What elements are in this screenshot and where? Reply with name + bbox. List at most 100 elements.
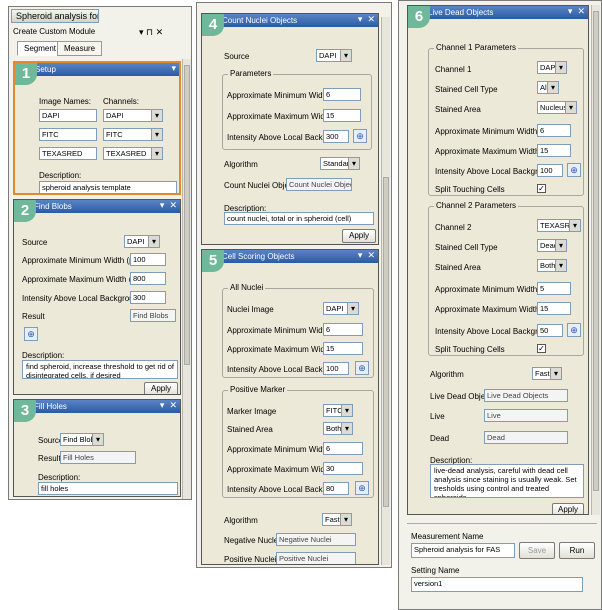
channel2-select[interactable]: TEXASRED — [537, 219, 581, 232]
intensity-field[interactable]: 100 — [537, 164, 563, 177]
result-field: Fill Holes — [60, 451, 136, 464]
intensity-field[interactable]: 80 — [323, 482, 349, 495]
collapse-icon[interactable]: ▾ — [171, 63, 176, 73]
measurement-name-field[interactable]: Spheroid analysis for FAS — [411, 543, 515, 558]
all-nuclei-label: All Nuclei — [228, 283, 266, 292]
intensity-field[interactable]: 300 — [323, 130, 349, 143]
min-width-field[interactable]: 6 — [323, 88, 361, 101]
source-select[interactable]: Find Blobs — [60, 433, 104, 446]
min-width-field[interactable]: 6 — [323, 442, 363, 455]
view-icon[interactable]: ⊕ — [567, 323, 581, 337]
measurement-area: Measurement Name Spheroid analysis for F… — [407, 523, 597, 607]
intensity-field[interactable]: 50 — [537, 324, 563, 337]
setting-name-label: Setting Name — [411, 566, 460, 575]
image-name-field[interactable]: FITC — [39, 128, 97, 141]
close-icon[interactable]: ✕ — [169, 200, 177, 210]
min-width-field[interactable]: 6 — [537, 124, 571, 137]
result-label: Result — [38, 454, 61, 463]
source-label: Source — [224, 52, 250, 61]
count-nuclei-field: Count Nuclei Objects — [286, 178, 352, 191]
marker-image-label: Marker Image — [227, 407, 277, 416]
setting-name-field[interactable]: version1 — [411, 577, 583, 592]
image-name-field[interactable]: DAPI — [39, 109, 97, 122]
step-title: Find Blobs — [34, 202, 72, 211]
parameters-group: Parameters Approximate Minimum Width (µm… — [222, 69, 372, 150]
close-icon[interactable]: ✕ — [367, 14, 375, 24]
min-width-field[interactable]: 5 — [537, 282, 571, 295]
middle-panel: 4 Count Nuclei Objects ▾ ✕ Source DAPI Par… — [196, 2, 392, 568]
max-width-field[interactable]: 800 — [130, 272, 166, 285]
channel-select[interactable]: DAPI — [103, 109, 163, 122]
stained-area-select[interactable]: Both — [323, 422, 353, 435]
intensity-field[interactable]: 300 — [130, 291, 166, 304]
right-scrollbar[interactable] — [591, 5, 600, 515]
algorithm-label: Algorithm — [224, 516, 258, 525]
view-icon[interactable]: ⊕ — [355, 361, 369, 375]
algorithm-select[interactable]: Fast — [322, 513, 352, 526]
close-icon[interactable]: ✕ — [169, 400, 177, 410]
max-width-field[interactable]: 15 — [323, 109, 361, 122]
source-select[interactable]: DAPI — [316, 49, 352, 62]
marker-image-select[interactable]: FITC — [323, 404, 353, 417]
description-field[interactable]: live-dead analysis, careful with dead ce… — [430, 464, 584, 498]
max-width-field[interactable]: 15 — [537, 302, 571, 315]
nuclei-image-select[interactable]: DAPI — [323, 302, 359, 315]
stained-type-select[interactable]: Dead — [537, 239, 567, 252]
max-width-field[interactable]: 15 — [323, 342, 363, 355]
channel1-select[interactable]: DAPI — [537, 61, 567, 74]
min-width-field[interactable]: 6 — [323, 323, 363, 336]
max-width-field[interactable]: 30 — [323, 462, 363, 475]
description-label: Description: — [22, 351, 65, 360]
image-name-field[interactable]: TEXASRED — [39, 147, 97, 160]
left-scrollbar[interactable] — [182, 59, 191, 499]
channel-select[interactable]: TEXASRED — [103, 147, 163, 160]
stained-type-select[interactable]: All — [537, 81, 559, 94]
min-width-field[interactable]: 100 — [130, 253, 166, 266]
collapse-icon[interactable]: ▾ — [160, 200, 165, 210]
save-button[interactable]: Save — [519, 542, 555, 559]
max-width-field[interactable]: 15 — [537, 144, 571, 157]
step-header: Find Blobs ▾ ✕ — [14, 200, 180, 213]
close-icon[interactable]: ✕ — [577, 6, 585, 16]
algorithm-select[interactable]: Standard — [320, 157, 360, 170]
live-label: Live — [430, 412, 445, 421]
image-names-label: Image Names: — [39, 97, 92, 106]
stained-area-select[interactable]: Nucleus — [537, 101, 577, 114]
close-icon[interactable]: ✕ — [156, 27, 164, 37]
description-field[interactable]: count nuclei, total or in spheroid (cell… — [224, 212, 374, 225]
stained-area-select[interactable]: Both — [537, 259, 567, 272]
middle-scrollbar[interactable] — [381, 17, 390, 565]
apply-button[interactable]: Apply — [552, 503, 584, 514]
apply-button[interactable]: Apply — [342, 229, 376, 243]
pin2-icon[interactable]: ⊓ — [146, 27, 153, 37]
tab-measure[interactable]: Measure — [57, 41, 103, 56]
apply-button[interactable]: Apply — [144, 382, 178, 394]
collapse-icon[interactable]: ▾ — [358, 14, 363, 24]
step-find-blobs: 2 Find Blobs ▾ ✕ Source DAPI Approximate M… — [13, 199, 181, 395]
view-icon[interactable]: ⊕ — [24, 327, 38, 341]
source-select[interactable]: DAPI — [124, 235, 160, 248]
description-label: Description: — [38, 473, 81, 482]
channel-select[interactable]: FITC — [103, 128, 163, 141]
stained-area-label: Stained Area — [435, 263, 481, 272]
step-title: Setup — [35, 65, 56, 74]
dead-field: Dead — [484, 431, 568, 444]
view-icon[interactable]: ⊕ — [353, 129, 367, 143]
collapse-icon[interactable]: ▾ — [160, 400, 165, 410]
run-button[interactable]: Run — [559, 542, 595, 559]
split-touching-checkbox[interactable]: ✓ — [537, 344, 546, 353]
view-icon[interactable]: ⊕ — [567, 163, 581, 177]
split-touching-checkbox[interactable]: ✓ — [537, 184, 546, 193]
view-icon[interactable]: ⊕ — [355, 481, 369, 495]
close-icon[interactable]: ✕ — [367, 250, 375, 260]
collapse-icon[interactable]: ▾ — [358, 250, 363, 260]
description-field[interactable]: spheroid analysis template — [39, 181, 177, 193]
intensity-field[interactable]: 100 — [323, 362, 349, 375]
algorithm-select[interactable]: Fast — [532, 367, 562, 380]
description-field[interactable]: find spheroid, increase threshold to get… — [22, 360, 178, 379]
result-field: Find Blobs — [130, 309, 176, 322]
collapse-icon[interactable]: ▾ — [568, 6, 573, 16]
split-touching-label: Split Touching Cells — [435, 345, 505, 354]
description-field[interactable]: fill holes — [38, 482, 178, 495]
pin-icon[interactable]: ▾ — [139, 27, 144, 37]
